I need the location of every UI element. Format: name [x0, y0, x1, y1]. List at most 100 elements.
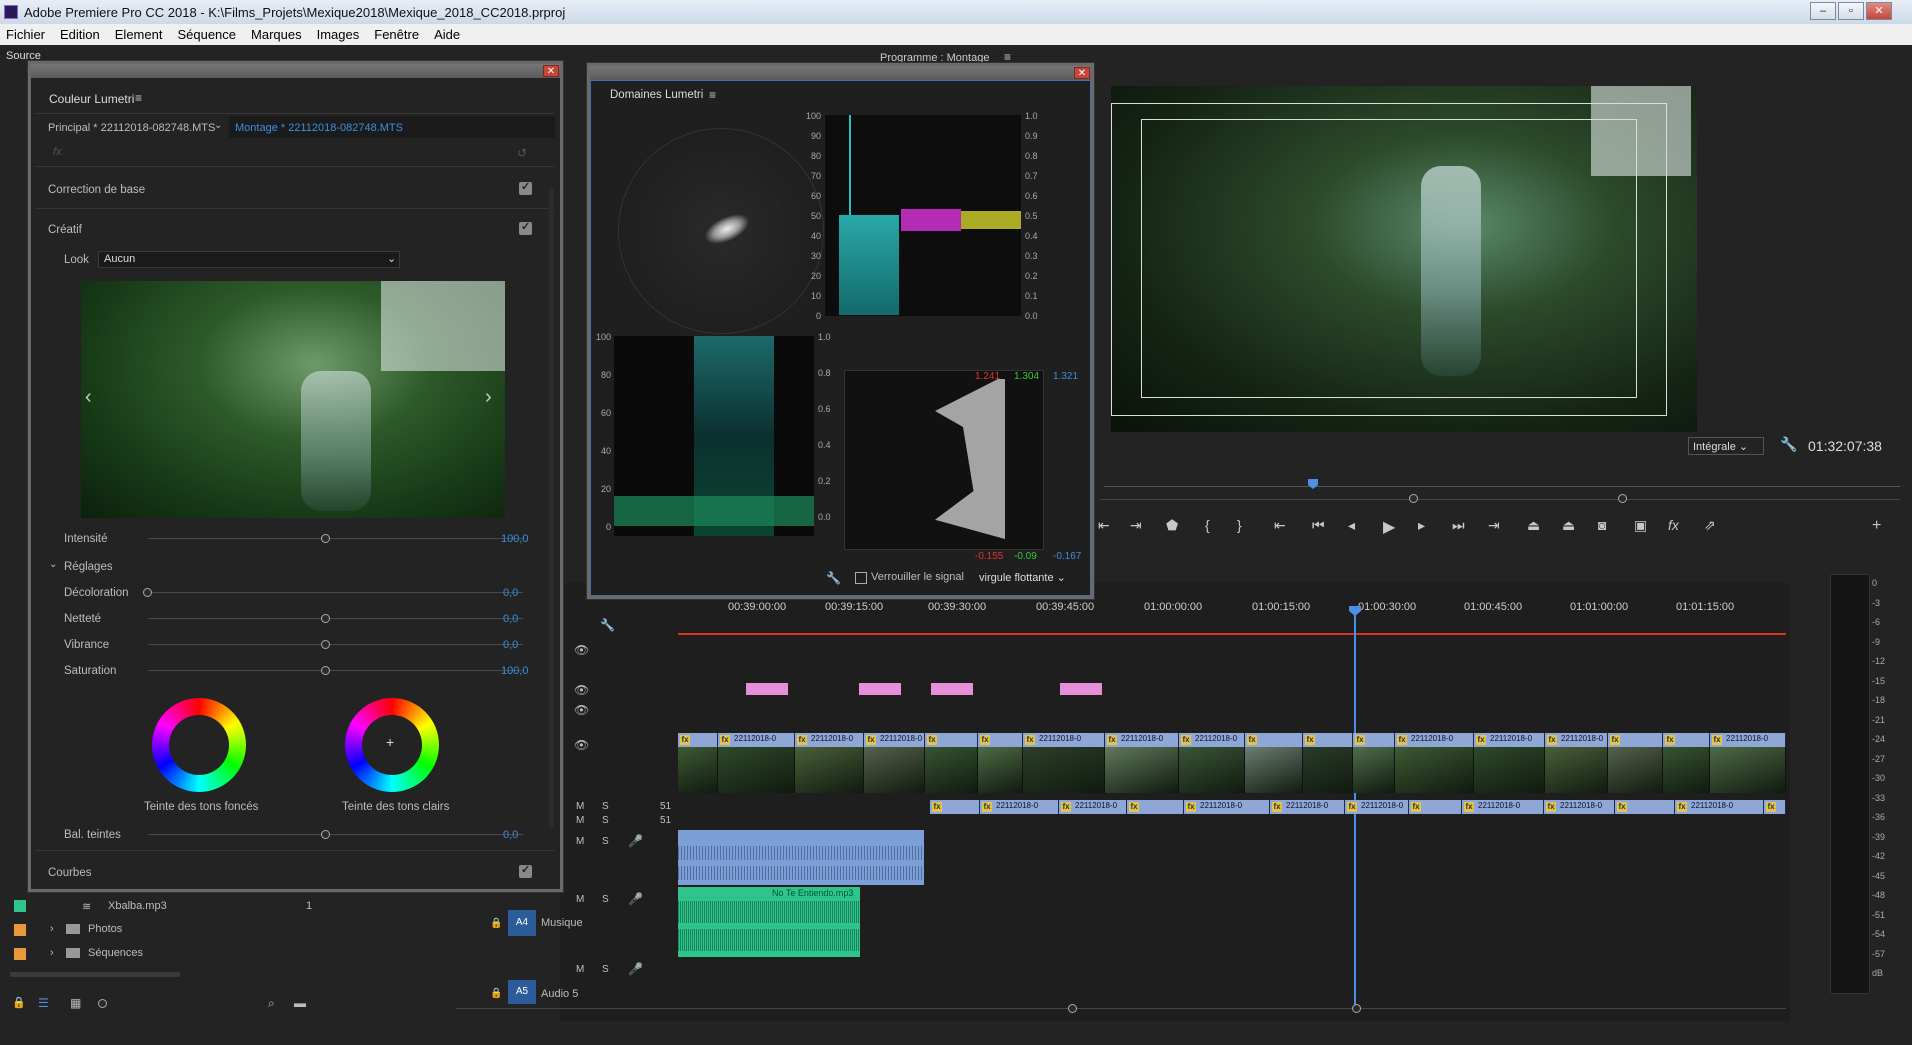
video-clip-label[interactable]: fx — [1608, 733, 1663, 747]
zoom-bar-handle-left[interactable] — [1409, 494, 1418, 503]
video-clip-label[interactable]: fx — [1127, 800, 1184, 814]
go-to-out-icon[interactable]: ⇥ — [1488, 517, 1500, 534]
next-look-icon[interactable]: › — [485, 386, 492, 409]
panel-menu-icon[interactable]: ≡ — [135, 91, 142, 105]
scopes-title[interactable]: Domaines Lumetri — [610, 89, 703, 101]
step-back-edit-icon[interactable]: ⏮ — [1312, 517, 1325, 534]
nettete-slider[interactable] — [148, 618, 523, 619]
menu-marques[interactable]: Marques — [245, 27, 311, 42]
mic-icon[interactable]: 🎤 — [628, 962, 643, 976]
maximize-button[interactable]: ▫ — [1838, 2, 1864, 20]
saturation-value[interactable]: 100,0 — [501, 665, 529, 677]
track-a5-target[interactable]: A5 — [508, 980, 536, 1004]
vibrance-value[interactable]: 0,0 — [503, 639, 518, 651]
step-forward-edit-icon[interactable]: ⏭ — [1452, 517, 1465, 534]
step-forward-icon[interactable]: ▸ — [1418, 517, 1425, 534]
solo-button[interactable]: S — [602, 836, 609, 847]
go-to-in-icon[interactable]: ⇥ — [1130, 517, 1142, 534]
intensite-value[interactable]: 100,0 — [501, 533, 529, 545]
float-mode-select[interactable]: virgule flottante ⌄ — [979, 571, 1066, 584]
menu-sequence[interactable]: Séquence — [171, 27, 245, 42]
video-clip-label[interactable]: fx 22112018-0 — [1710, 733, 1786, 747]
close-button[interactable]: ✕ — [1866, 2, 1892, 20]
solo-button[interactable]: S — [602, 801, 609, 812]
video-clip-label[interactable]: fx — [1245, 733, 1303, 747]
bal-teintes-slider[interactable] — [148, 834, 523, 835]
intensite-slider[interactable] — [148, 538, 523, 539]
decoloration-value[interactable]: 0,0 — [503, 587, 518, 599]
reset-icon[interactable]: ↺ — [517, 146, 527, 160]
lock-icon[interactable]: 🔒 — [490, 918, 502, 929]
mute-button[interactable]: M — [576, 801, 584, 812]
linked-clip-row[interactable]: fx fx 22112018-0 fx 22112018-0 fx fx 22112018-0… — [930, 800, 1786, 814]
wrench-icon[interactable]: 🔧 — [826, 571, 841, 585]
comparison-view-icon[interactable]: ▣ — [1634, 517, 1647, 534]
video-clip-label[interactable]: fx 22112018-0 — [1544, 800, 1615, 814]
wrench-icon[interactable]: 🔧 — [1780, 436, 1797, 453]
search-icon[interactable]: ⌕ — [268, 996, 275, 1011]
solo-button[interactable]: S — [602, 964, 609, 975]
chevron-down-icon[interactable]: ⌄ — [214, 120, 222, 131]
lock-icon[interactable]: 🔒 — [12, 996, 26, 1009]
zoom-select[interactable]: Intégrale ⌄ — [1688, 437, 1764, 455]
mark-out-bracket-icon[interactable]: } — [1237, 517, 1242, 533]
video-clip-label[interactable]: fx 22112018-0 — [1179, 733, 1245, 747]
saturation-slider[interactable] — [148, 670, 523, 671]
play-icon[interactable]: ▶ — [1383, 517, 1395, 537]
scopes-close-button[interactable]: ✕ — [1074, 67, 1090, 79]
eye-icon[interactable]: 👁 — [574, 683, 589, 697]
video-clip-label[interactable]: fx — [1615, 800, 1675, 814]
reglages-section[interactable]: Réglages — [64, 561, 113, 573]
video-clip-label[interactable]: fx 22112018-0 — [795, 733, 864, 747]
add-button-icon[interactable]: + — [1872, 517, 1881, 535]
eye-icon[interactable]: 👁 — [574, 643, 589, 657]
timeline-scrollbar[interactable] — [456, 1008, 1786, 1009]
shadow-tint-wheel[interactable] — [152, 698, 246, 792]
principal-clip[interactable]: Principal * 22112018-082748.MTS — [48, 122, 215, 134]
thumbnail-size-slider[interactable] — [98, 999, 107, 1008]
saturation-handle[interactable] — [321, 666, 330, 675]
fx-toggle[interactable]: fx — [53, 146, 62, 158]
correction-base-checkbox[interactable] — [519, 180, 532, 195]
nettete-value[interactable]: 0,0 — [503, 613, 518, 625]
scroll-handle-right[interactable] — [1352, 1004, 1361, 1013]
video-clip-label[interactable]: fx 22112018-0 — [1270, 800, 1345, 814]
solo-button[interactable]: S — [602, 815, 609, 826]
decoloration-slider[interactable] — [148, 592, 523, 593]
project-scrollbar[interactable] — [10, 972, 180, 977]
menu-images[interactable]: Images — [311, 27, 369, 42]
icon-view-icon[interactable]: ▦ — [70, 996, 81, 1010]
minimize-button[interactable]: – — [1810, 2, 1836, 20]
video-clip-label[interactable]: fx 22112018-0 — [1462, 800, 1544, 814]
expand-icon[interactable]: › — [50, 947, 54, 959]
go-to-in-point-icon[interactable]: ⇤ — [1274, 517, 1286, 534]
video-clip-label[interactable]: fx — [678, 733, 718, 747]
scopes-window-header[interactable] — [590, 66, 1091, 80]
mute-button[interactable]: M — [576, 894, 584, 905]
montage-clip-tab[interactable]: Montage * 22112018-082748.MTS — [229, 116, 555, 138]
menu-fenetre[interactable]: Fenêtre — [368, 27, 428, 42]
video-clip-label[interactable]: fx 22112018-0 — [1059, 800, 1127, 814]
step-back-icon[interactable]: ◂ — [1348, 517, 1355, 534]
lumetri-title[interactable]: Couleur Lumetri — [49, 92, 134, 106]
previous-look-icon[interactable]: ‹ — [85, 386, 92, 409]
menu-fichier[interactable]: Fichier — [0, 27, 54, 42]
project-item-name[interactable]: Séquences — [88, 947, 143, 959]
timeline-ruler[interactable]: 00:39:00:00 00:39:15:00 00:39:30:00 00:3… — [678, 601, 1786, 619]
title-clip[interactable] — [859, 683, 901, 695]
video-clip-label[interactable]: fx — [1353, 733, 1395, 747]
lock-signal-checkbox[interactable] — [855, 572, 867, 584]
intensite-handle[interactable] — [321, 534, 330, 543]
highlight-tint-wheel[interactable]: + — [345, 698, 439, 792]
video-clip-label[interactable]: fx 22112018-0 — [864, 733, 925, 747]
menu-aide[interactable]: Aide — [428, 27, 469, 42]
video-clip-label[interactable]: fx — [1663, 733, 1710, 747]
video-clip-label[interactable]: fx — [1303, 733, 1353, 747]
title-clip[interactable] — [1060, 683, 1102, 695]
creatif-checkbox[interactable] — [519, 220, 532, 235]
project-item-name[interactable]: Photos — [88, 923, 122, 935]
new-bin-icon[interactable]: ▬ — [294, 996, 306, 1010]
video-clip-label[interactable]: fx — [978, 733, 1023, 747]
extract-icon[interactable]: ⏏ — [1562, 517, 1575, 534]
eye-icon[interactable]: 👁 — [574, 738, 589, 752]
